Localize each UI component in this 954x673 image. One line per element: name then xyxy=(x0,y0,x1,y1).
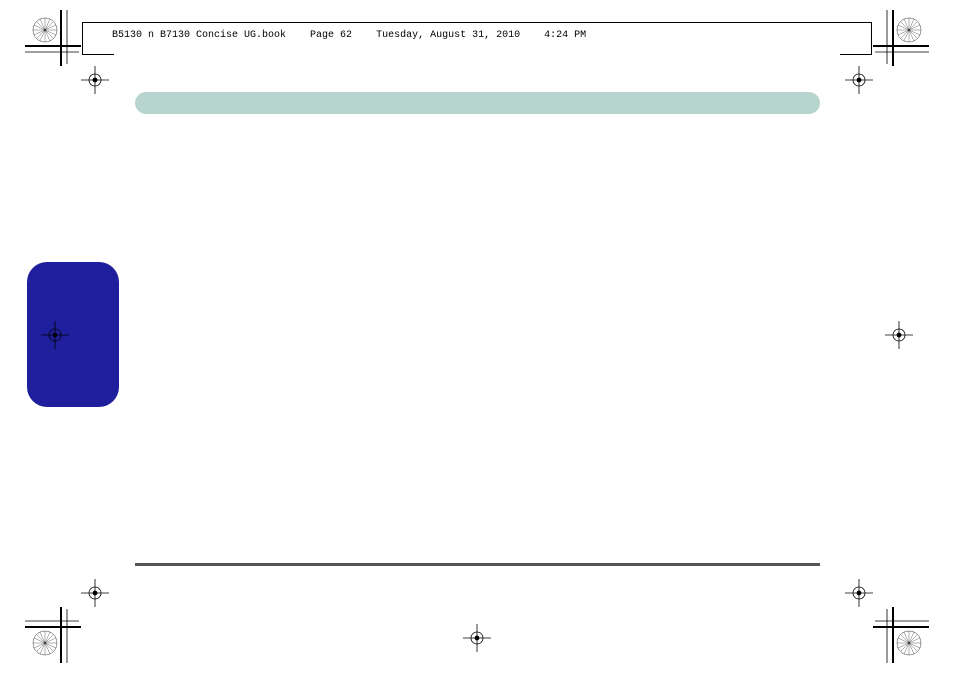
slug-frame-line xyxy=(82,54,114,55)
slug-date: Tuesday, August 31, 2010 xyxy=(376,30,520,41)
section-tab xyxy=(27,262,119,407)
register-mark-right xyxy=(884,320,914,350)
register-mark-bottom xyxy=(462,623,492,653)
slug-page: Page 62 xyxy=(310,30,352,41)
page-header-bar xyxy=(135,92,820,114)
slug-time: 4:24 PM xyxy=(544,30,586,41)
page-slug: B5130 n B7130 Concise UG.book Page 62 Tu… xyxy=(112,30,586,41)
footer-divider xyxy=(135,563,820,566)
crop-mark-top-right xyxy=(839,10,929,100)
crop-mark-bottom-right xyxy=(839,573,929,663)
slug-frame-line xyxy=(82,22,872,23)
slug-frame-line xyxy=(82,22,83,54)
slug-frame-line xyxy=(840,54,872,55)
slug-filename: B5130 n B7130 Concise UG.book xyxy=(112,30,286,41)
slug-frame-line xyxy=(871,22,872,54)
crop-mark-bottom-left xyxy=(25,573,115,663)
crop-mark-top-left xyxy=(25,10,115,100)
